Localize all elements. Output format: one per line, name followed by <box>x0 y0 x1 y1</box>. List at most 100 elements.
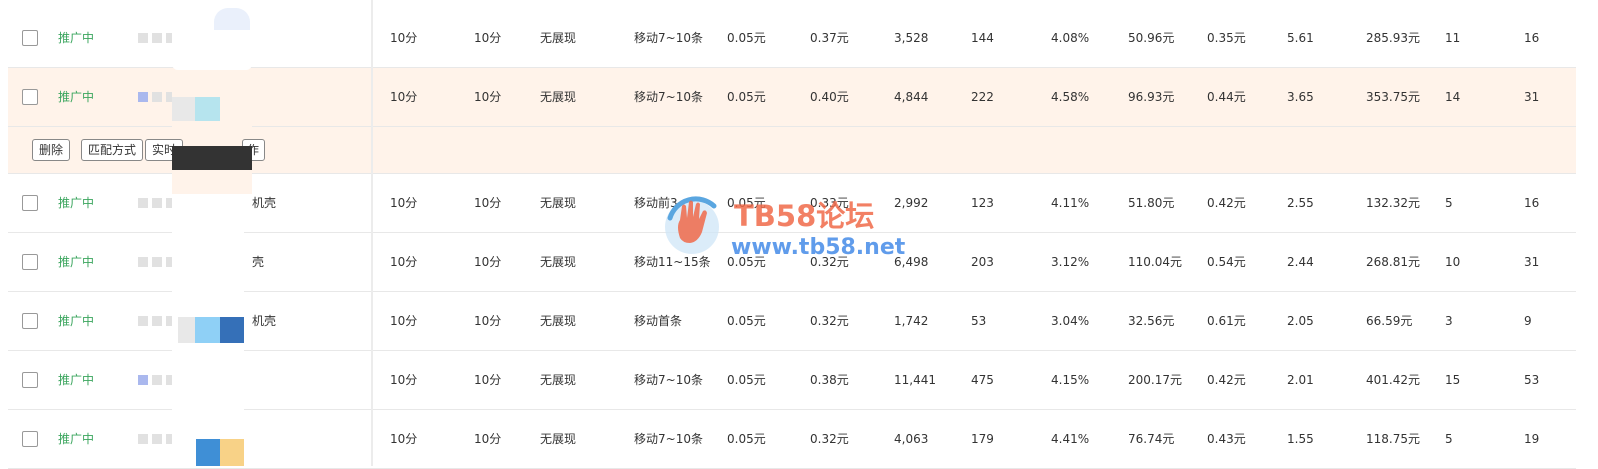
ctr: 4.58% <box>1051 90 1090 104</box>
roi: 1.55 <box>1287 432 1314 446</box>
mobile-bid[interactable]: 0.37元 <box>810 9 849 67</box>
avg-cpc: 0.35元 <box>1207 31 1246 45</box>
sales-amount: 268.81元 <box>1366 255 1420 269</box>
keyword-text: 壳 <box>252 255 265 269</box>
column-divider <box>371 0 373 466</box>
clicks: 203 <box>971 255 994 269</box>
mobile-bid[interactable]: 0.32元 <box>810 292 849 350</box>
orders: 15 <box>1445 373 1461 387</box>
clicks: 475 <box>971 373 994 387</box>
clicks: 222 <box>971 90 994 104</box>
status-label: 推广中 <box>58 432 95 446</box>
mobile-rank: 移动7~10条 <box>634 432 703 446</box>
status-label: 推广中 <box>58 90 95 104</box>
hand-logo-icon <box>665 196 719 254</box>
roi: 2.44 <box>1287 255 1314 269</box>
mobile-bid[interactable]: 0.38元 <box>810 351 849 409</box>
mobile-quality-score: 10分 <box>474 373 502 387</box>
mobile-rank: 移动7~10条 <box>634 90 703 104</box>
pc-bid[interactable]: 0.05元 <box>727 410 766 468</box>
cost: 96.93元 <box>1128 90 1175 104</box>
pc-bid[interactable]: 0.05元 <box>727 9 766 67</box>
cost: 110.04元 <box>1128 255 1182 269</box>
keyword-table: 推广中 10分 10分 无展现 移动7~10条 0.05元 0.37元 3,52… <box>0 0 1598 469</box>
clicks: 53 <box>971 314 987 328</box>
row-checkbox[interactable] <box>22 89 38 105</box>
sales-amount: 353.75元 <box>1366 90 1420 104</box>
cost: 200.17元 <box>1128 373 1182 387</box>
cost: 76.74元 <box>1128 432 1175 446</box>
sales-amount: 118.75元 <box>1366 432 1420 446</box>
quality-score: 10分 <box>390 314 418 328</box>
quality-score: 10分 <box>390 373 418 387</box>
ctr: 4.41% <box>1051 432 1090 446</box>
impressions: 4,063 <box>894 432 929 446</box>
sales-amount: 132.32元 <box>1366 196 1420 210</box>
impressions: 2,992 <box>894 196 929 210</box>
mobile-quality-score: 10分 <box>474 31 502 45</box>
roi: 2.55 <box>1287 196 1314 210</box>
sales-amount: 401.42元 <box>1366 373 1420 387</box>
mobile-rank: 移动7~10条 <box>634 373 703 387</box>
favorites: 16 <box>1524 196 1540 210</box>
delete-button[interactable]: 删除 <box>32 139 71 161</box>
favorites: 16 <box>1524 31 1540 45</box>
row-checkbox[interactable] <box>22 431 38 447</box>
keyword-text: 机壳 <box>252 314 277 328</box>
match-type-button[interactable]: 匹配方式 <box>81 139 144 161</box>
impressions: 1,742 <box>894 314 929 328</box>
avg-cpc: 0.61元 <box>1207 314 1246 328</box>
avg-cpc: 0.42元 <box>1207 373 1246 387</box>
pc-rank: 无展现 <box>540 314 577 328</box>
avg-cpc: 0.43元 <box>1207 432 1246 446</box>
sales-amount: 285.93元 <box>1366 31 1420 45</box>
pc-bid[interactable]: 0.05元 <box>727 68 766 126</box>
impressions: 4,844 <box>894 90 929 104</box>
row-checkbox[interactable] <box>22 372 38 388</box>
status-label: 推广中 <box>58 373 95 387</box>
favorites: 31 <box>1524 90 1540 104</box>
pc-rank: 无展现 <box>540 90 577 104</box>
orders: 3 <box>1445 314 1453 328</box>
quality-score: 10分 <box>390 90 418 104</box>
quality-score: 10分 <box>390 196 418 210</box>
orders: 11 <box>1445 31 1461 45</box>
pc-rank: 无展现 <box>540 432 577 446</box>
pc-rank: 无展现 <box>540 196 577 210</box>
favorites: 31 <box>1524 255 1540 269</box>
row-checkbox[interactable] <box>22 254 38 270</box>
row-checkbox[interactable] <box>22 313 38 329</box>
status-label: 推广中 <box>58 196 95 210</box>
mobile-bid[interactable]: 0.40元 <box>810 68 849 126</box>
mobile-quality-score: 10分 <box>474 255 502 269</box>
impressions: 3,528 <box>894 31 929 45</box>
ctr: 3.04% <box>1051 314 1090 328</box>
pc-bid[interactable]: 0.05元 <box>727 292 766 350</box>
mobile-rank: 移动7~10条 <box>634 31 703 45</box>
orders: 5 <box>1445 432 1453 446</box>
avg-cpc: 0.42元 <box>1207 196 1246 210</box>
row-checkbox[interactable] <box>22 195 38 211</box>
clicks: 123 <box>971 196 994 210</box>
sales-amount: 66.59元 <box>1366 314 1413 328</box>
pc-rank: 无展现 <box>540 373 577 387</box>
avg-cpc: 0.44元 <box>1207 90 1246 104</box>
clicks: 144 <box>971 31 994 45</box>
pc-bid[interactable]: 0.05元 <box>727 351 766 409</box>
cost: 51.80元 <box>1128 196 1175 210</box>
cost: 32.56元 <box>1128 314 1175 328</box>
quality-score: 10分 <box>390 255 418 269</box>
mobile-rank: 移动首条 <box>634 314 683 328</box>
status-label: 推广中 <box>58 255 95 269</box>
watermark-url: www.tb58.net <box>731 235 906 260</box>
favorites: 53 <box>1524 373 1540 387</box>
status-label: 推广中 <box>58 31 95 45</box>
mobile-bid[interactable]: 0.32元 <box>810 410 849 468</box>
mobile-quality-score: 10分 <box>474 314 502 328</box>
cost: 50.96元 <box>1128 31 1175 45</box>
row-checkbox[interactable] <box>22 30 38 46</box>
pc-rank: 无展现 <box>540 255 577 269</box>
ctr: 3.12% <box>1051 255 1090 269</box>
pc-rank: 无展现 <box>540 31 577 45</box>
orders: 14 <box>1445 90 1461 104</box>
